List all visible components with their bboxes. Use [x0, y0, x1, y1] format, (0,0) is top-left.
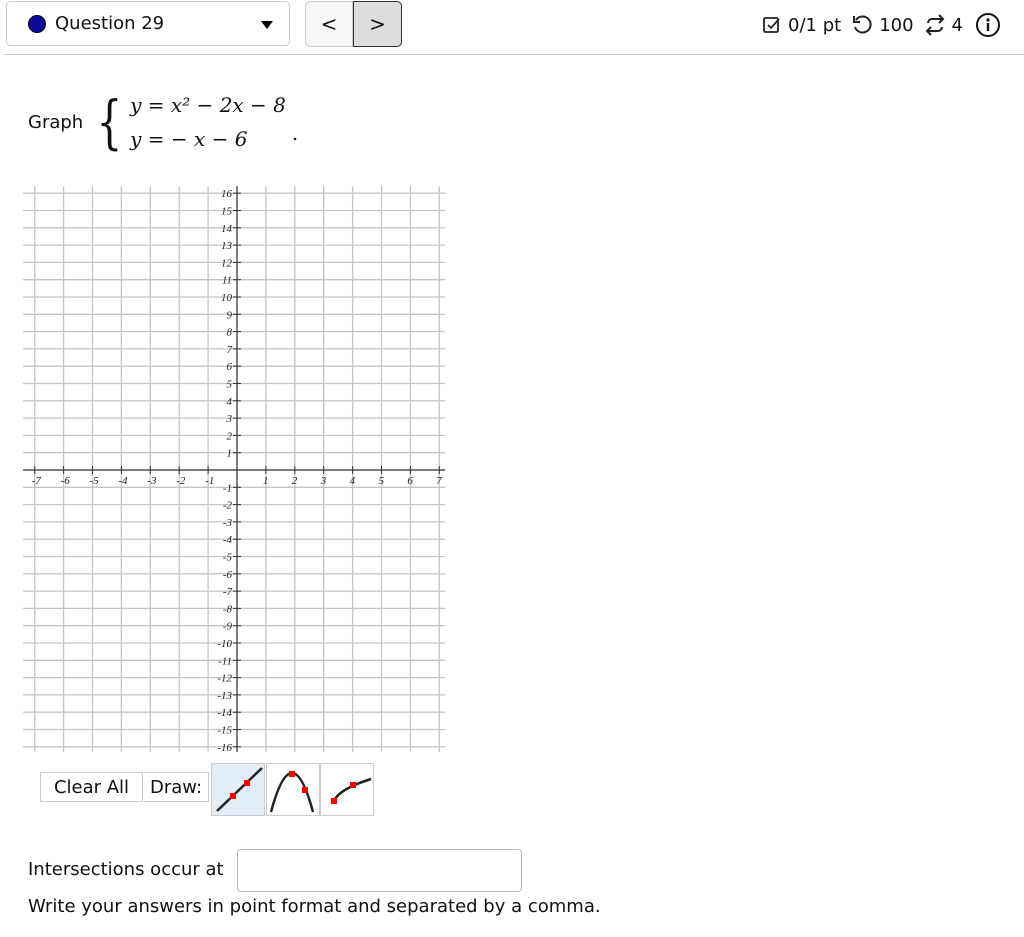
y-tick-label: -14 [217, 707, 232, 719]
sqrt-curve-tool-button[interactable] [320, 763, 374, 816]
line-tool-icon [216, 767, 263, 812]
info-icon[interactable] [975, 12, 1001, 38]
x-tick-label: 5 [379, 475, 385, 487]
status-dot-icon [28, 14, 46, 33]
y-tick-label: -11 [218, 655, 232, 667]
y-tick-label: -1 [223, 482, 232, 494]
attempts-icon [925, 14, 944, 36]
header-divider [4, 54, 1024, 55]
chevron-left-icon: < [320, 12, 338, 36]
y-tick-label: -5 [223, 552, 233, 564]
equation-system: y = x² − 2x − 8 y = − x − 6 [130, 88, 286, 156]
y-tick-label: 3 [226, 413, 233, 425]
y-tick-label: -16 [217, 742, 232, 754]
y-tick-label: 15 [221, 206, 233, 218]
system-brace: { [96, 88, 123, 156]
y-tick-label: -2 [223, 500, 233, 512]
chevron-right-icon: > [369, 12, 386, 36]
intersections-input[interactable] [237, 849, 522, 892]
y-tick-label: 10 [221, 292, 233, 304]
previous-question-button[interactable]: < [305, 1, 353, 47]
y-tick-label: 12 [221, 257, 233, 269]
intersections-label: Intersections occur at [28, 859, 224, 880]
x-tick-label: -2 [176, 475, 186, 487]
sqrt-curve-tool-icon [331, 777, 372, 804]
y-tick-label: 6 [227, 361, 233, 373]
y-tick-label: 1 [227, 448, 233, 460]
prompt-period: . [291, 121, 299, 145]
y-tick-label: -6 [223, 569, 233, 581]
clear-all-button[interactable]: Clear All [40, 772, 143, 802]
x-tick-label: 2 [292, 475, 298, 487]
x-tick-label: 1 [263, 475, 269, 487]
y-tick-label: -15 [217, 725, 232, 737]
x-tick-label: 6 [407, 475, 413, 487]
graph-canvas[interactable]: -7 -6 -5 -4 -3 -2 -1 1 2 3 4 5 6 7-16-15-14-13-12-11-… [0, 180, 470, 760]
y-tick-label: 8 [227, 327, 233, 339]
next-question-button[interactable]: > [353, 1, 402, 47]
x-tick-label: 3 [320, 475, 327, 487]
checkbox-check-icon [763, 17, 780, 33]
y-tick-label: 5 [227, 379, 233, 391]
score-text: 0/1 pt [788, 14, 842, 36]
y-tick-label: -9 [223, 621, 233, 633]
y-tick-label: -13 [217, 690, 232, 702]
y-tick-label: -12 [217, 673, 232, 685]
prompt-lead: Graph [28, 111, 84, 133]
y-tick-label: 4 [227, 396, 233, 408]
line-tool-button[interactable] [211, 763, 265, 816]
question-prompt: Graph { y = x² − 2x − 8 y = − x − 6 . [28, 88, 298, 156]
x-tick-label: 4 [350, 475, 356, 487]
y-tick-label: -10 [217, 638, 232, 650]
equation-1: y = x² − 2x − 8 [130, 93, 286, 117]
x-tick-label: -1 [205, 475, 214, 487]
draw-label: Draw: [144, 772, 210, 802]
x-tick-label: -5 [90, 475, 100, 487]
question-select[interactable]: Question 29 [6, 1, 290, 46]
y-tick-label: 2 [227, 430, 233, 442]
y-tick-label: 13 [221, 240, 233, 252]
x-tick-label: -4 [118, 475, 128, 487]
parabola-tool-icon [269, 771, 315, 813]
y-tick-label: 16 [221, 188, 233, 200]
attempts-count: 4 [951, 14, 963, 36]
y-tick-label: -7 [223, 586, 233, 598]
question-status-bar: 0/1 pt 100 4 [762, 12, 1001, 38]
y-tick-label: -4 [223, 534, 233, 546]
y-tick-label: -3 [223, 517, 233, 529]
equation-2: y = − x − 6 [130, 127, 248, 151]
y-tick-label: 14 [221, 223, 233, 235]
answer-format-note: Write your answers in point format and s… [28, 896, 601, 917]
y-tick-label: 9 [227, 309, 233, 321]
dropdown-caret-icon [261, 21, 273, 29]
x-tick-label: 7 [436, 475, 442, 487]
parabola-tool-button[interactable] [266, 763, 320, 816]
x-tick-label: -3 [147, 475, 157, 487]
y-tick-label: 11 [222, 275, 232, 287]
y-tick-label: 7 [227, 344, 233, 356]
x-tick-label: -6 [61, 475, 71, 487]
retry-icon [853, 15, 872, 34]
question-label: Question 29 [55, 13, 165, 34]
y-tick-label: -8 [223, 603, 233, 615]
retries-count: 100 [879, 14, 914, 36]
x-tick-label: -7 [32, 475, 42, 487]
